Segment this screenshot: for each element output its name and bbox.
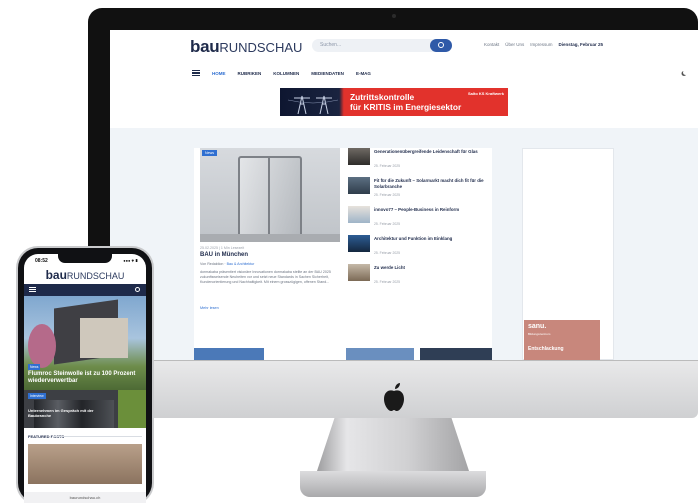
list-item[interactable]: Generationenübergreifende Leidenschaft f… — [348, 148, 488, 177]
featured-meta: 25.02.2025 | 1 Min Lesezeit — [200, 246, 245, 250]
list-item-date: 25. Februar 2025 — [374, 222, 401, 226]
list-item[interactable]: Architektur und Funktion im Einklang 25.… — [348, 235, 488, 264]
list-item-title: Architektur und Funktion im Einklang — [374, 236, 453, 241]
side-list: Generationenübergreifende Leidenschaft f… — [348, 148, 488, 293]
list-item-date: 25. Februar 2025 — [374, 164, 401, 168]
tree-image — [28, 324, 56, 368]
top-links: Kontakt Über Uns Impressum Dienstag, Feb… — [484, 42, 603, 47]
phone-notch — [58, 254, 112, 263]
list-item-date: 25. Februar 2025 — [374, 193, 401, 197]
nav-kolumnen[interactable]: KOLUMNEN — [273, 71, 299, 76]
mobile-screen: 08:52 ●●● ⌖ ▮ bauRUNDSCHAU News Flumroc … — [24, 254, 146, 503]
mobile-logo[interactable]: bauRUNDSCHAU — [24, 268, 146, 282]
ad-text: Entschlackung — [528, 346, 564, 352]
site-logo[interactable]: bauRUNDSCHAU — [190, 37, 302, 57]
menu-icon[interactable] — [29, 287, 36, 292]
mobile-hero[interactable]: News Flumroc Steinwolle ist zu 100 Proze… — [24, 296, 146, 390]
menu-icon[interactable] — [192, 70, 200, 76]
current-date: Dienstag, Februar 25 — [558, 42, 604, 47]
read-more-link[interactable]: Mehr lesen — [200, 306, 219, 310]
next-row-image[interactable] — [420, 348, 492, 360]
power-tower-icon — [288, 95, 338, 114]
imac-stand-foot — [300, 471, 486, 497]
list-item-title: Fit für die Zukunft – Solarmarkt macht d… — [374, 178, 484, 189]
divider — [52, 436, 142, 437]
thumbnail — [348, 235, 370, 252]
dark-mode-icon[interactable] — [683, 70, 688, 75]
sanu-ad[interactable]: sanu. Bildungszentrum Entschlackung — [524, 320, 600, 360]
nav-mediendaten[interactable]: MEDIENDATEN — [311, 71, 344, 76]
row-title[interactable]: Unternehmen im Gespräch mit der Baubranc… — [28, 408, 98, 418]
ad-banner[interactable]: Zutrittskontrolle für KRITIS im Energiese… — [280, 88, 508, 116]
list-item-title: Generationenübergreifende Leidenschaft f… — [374, 149, 478, 154]
thumbnail — [348, 206, 370, 223]
list-item-date: 25. Februar 2025 — [374, 280, 401, 284]
next-row-image[interactable] — [194, 348, 264, 360]
list-item[interactable]: Zu werde Licht 25. Februar 2025 — [348, 264, 488, 293]
banner-brand: Salto KS Kraftwerk — [467, 91, 504, 96]
featured-excerpt: dormakaba präsentiert visionäre Innovati… — [200, 270, 331, 285]
ad-tagline: Bildungszentrum — [528, 332, 551, 336]
iphone-device: 08:52 ●●● ⌖ ▮ bauRUNDSCHAU News Flumroc … — [18, 248, 152, 503]
url-bar[interactable]: baurundschau.ch — [24, 492, 146, 503]
featured-image[interactable]: News — [200, 148, 340, 242]
desktop-screen: bauRUNDSCHAU Suchen... Kontakt Über Uns … — [110, 30, 698, 360]
house-image — [80, 318, 128, 358]
revolving-door-image — [238, 156, 302, 240]
next-row-image[interactable] — [346, 348, 414, 360]
list-item-title: Zu werde Licht — [374, 265, 405, 270]
status-time: 08:52 — [35, 258, 48, 264]
news-card: News 25.02.2025 | 1 Min Lesezeit BAU in … — [194, 148, 492, 360]
search-button[interactable] — [430, 39, 452, 52]
category-badge[interactable]: News — [202, 150, 217, 156]
link-impressum[interactable]: Impressum — [530, 42, 552, 47]
search-icon[interactable] — [135, 287, 140, 292]
list-item[interactable]: innovo77 – People-Business in Reinform 2… — [348, 206, 488, 235]
banner-text: Zutrittskontrolle für KRITIS im Energiese… — [350, 92, 462, 112]
thumbnail — [348, 177, 370, 194]
thumbnail — [348, 148, 370, 165]
hero-badge[interactable]: News — [28, 364, 41, 370]
featured-title[interactable]: BAU in München — [200, 252, 248, 258]
nav-emag[interactable]: E-MAG — [356, 71, 371, 76]
featured-author: Von Redaktion · Bau & Architektur — [200, 262, 255, 266]
mockup-stage: bauRUNDSCHAU Suchen... Kontakt Über Uns … — [0, 0, 698, 503]
list-item[interactable]: Fit für die Zukunft – Solarmarkt macht d… — [348, 177, 488, 206]
main-nav: HOME RUBRIKEN KOLUMNEN MEDIENDATEN E-MAG — [110, 64, 698, 82]
thumbnail — [348, 264, 370, 281]
featured-post-image[interactable] — [28, 444, 142, 484]
camera-dot — [392, 14, 396, 18]
nav-home[interactable]: HOME — [212, 71, 226, 76]
list-item-title: innovo77 – People-Business in Reinform — [374, 207, 460, 212]
content-area: News 25.02.2025 | 1 Min Lesezeit BAU in … — [110, 128, 698, 360]
hero-title[interactable]: Flumroc Steinwolle ist zu 100 Prozent wi… — [28, 371, 144, 385]
imac-device: bauRUNDSCHAU Suchen... Kontakt Über Uns … — [88, 8, 698, 503]
mobile-article-row[interactable]: Interview Unternehmen im Gespräch mit de… — [24, 390, 146, 428]
mobile-nav — [24, 284, 146, 296]
row-badge[interactable]: Interview — [28, 393, 46, 399]
signal-icons: ●●● ⌖ ▮ — [123, 258, 138, 263]
list-item-date: 25. Februar 2025 — [374, 251, 401, 255]
side-image — [118, 390, 146, 428]
apple-logo-icon — [384, 383, 404, 411]
imac-stand — [316, 418, 470, 474]
ad-brand: sanu. — [528, 323, 547, 330]
link-kontakt[interactable]: Kontakt — [484, 42, 499, 47]
link-ueber-uns[interactable]: Über Uns — [505, 42, 524, 47]
nav-rubriken[interactable]: RUBRIKEN — [238, 71, 262, 76]
status-bar: 08:52 ●●● ⌖ ▮ — [24, 254, 146, 268]
image-floor — [200, 234, 340, 242]
